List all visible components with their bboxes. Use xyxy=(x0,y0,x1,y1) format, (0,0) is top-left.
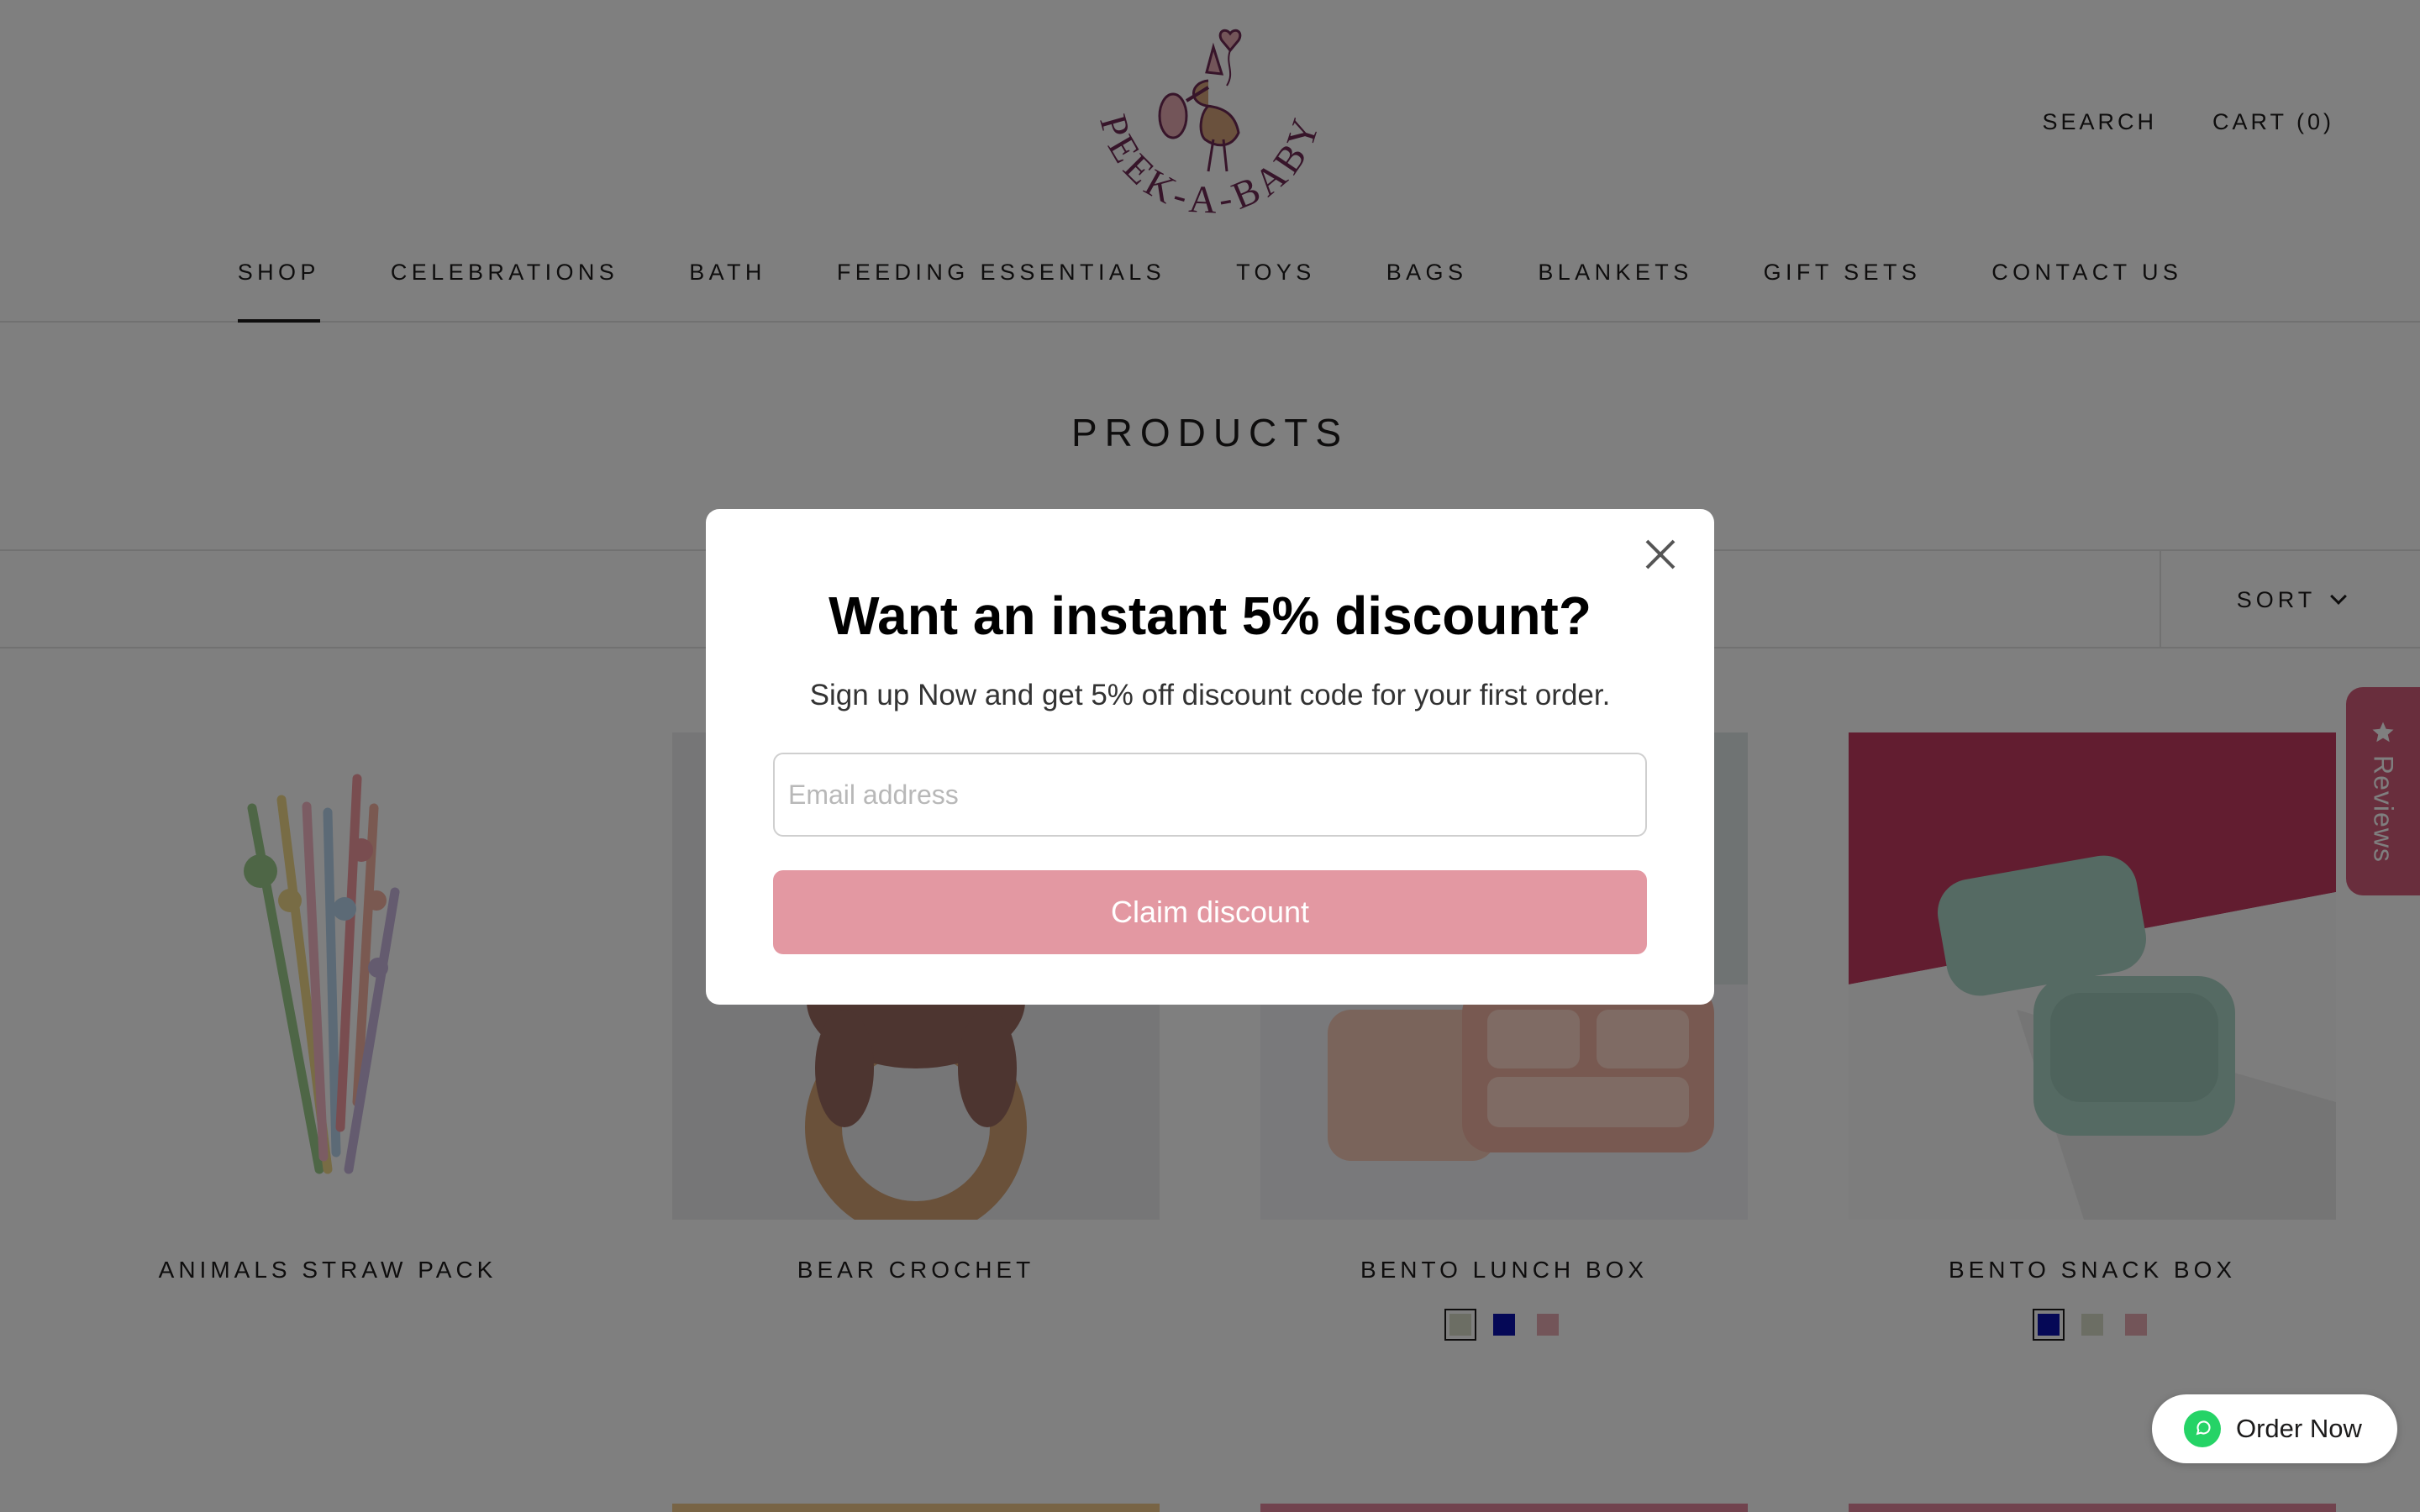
whatsapp-icon xyxy=(2184,1410,2221,1447)
order-now-button[interactable]: Order Now xyxy=(2152,1394,2397,1463)
email-field[interactable] xyxy=(773,753,1647,837)
claim-discount-button[interactable]: Claim discount xyxy=(773,870,1647,954)
order-now-label: Order Now xyxy=(2236,1414,2362,1443)
popup-subtitle: Sign up Now and get 5% off discount code… xyxy=(809,679,1611,711)
popup-title: Want an instant 5% discount? xyxy=(829,585,1591,646)
close-icon xyxy=(1645,539,1676,570)
discount-popup: Want an instant 5% discount? Sign up Now… xyxy=(706,509,1714,1005)
close-button[interactable] xyxy=(1640,534,1681,575)
